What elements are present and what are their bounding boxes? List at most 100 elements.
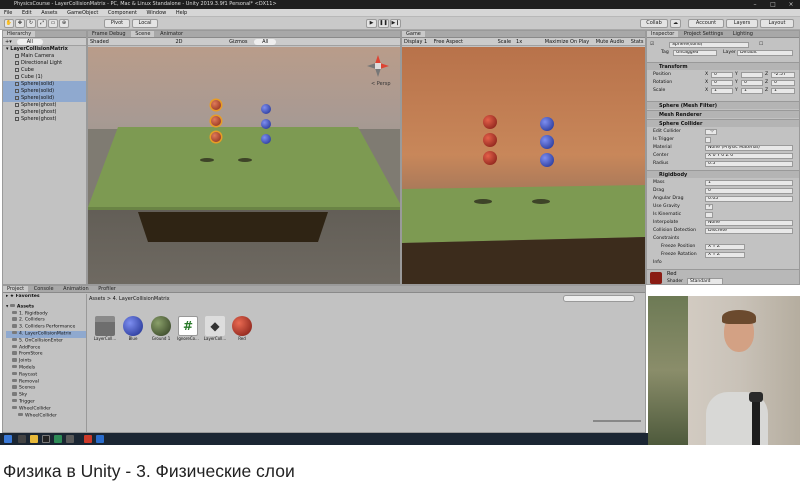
step-icon[interactable]: ▶❙ (390, 19, 401, 28)
folder-item[interactable]: Removal (6, 378, 86, 386)
hierarchy-item[interactable]: Cube (1) (3, 74, 86, 81)
angular-drag-field[interactable]: 0.05 (705, 195, 793, 202)
create-button[interactable]: +▾ (5, 39, 12, 45)
red-sphere[interactable] (211, 100, 221, 110)
rotation-x-field[interactable]: 0 (711, 79, 733, 86)
asset-item[interactable]: # IgnoreCo... (176, 316, 200, 342)
stats-toggle[interactable]: Stats (631, 39, 644, 45)
info-row[interactable]: Info (647, 259, 799, 266)
collab-dropdown[interactable]: Collab (640, 19, 668, 28)
drag-field[interactable]: 0 (705, 187, 793, 194)
hierarchy-search[interactable]: All (16, 39, 43, 45)
scale-z-field[interactable]: 1 (771, 87, 795, 94)
position-y-field[interactable] (741, 71, 763, 78)
project-search-input[interactable] (563, 295, 635, 302)
folder-item[interactable]: Trigger (6, 398, 86, 406)
scale-x-field[interactable]: 1 (711, 87, 733, 94)
rect-tool-icon[interactable]: ▭ (48, 19, 58, 28)
hierarchy-item[interactable]: Cube (3, 67, 86, 74)
mesh-filter-header[interactable]: Sphere (Mesh Filter) (647, 101, 799, 109)
scene-viewport[interactable]: < Persp (88, 47, 400, 284)
scale-tool-icon[interactable]: ⤢ (37, 19, 47, 28)
local-toggle[interactable]: Local (132, 19, 158, 28)
transform-header[interactable]: Transform (647, 62, 799, 70)
red-sphere[interactable] (483, 133, 497, 147)
aspect-dropdown[interactable]: Free Aspect (434, 39, 463, 45)
rigidbody-header[interactable]: Rigidbody (647, 170, 799, 178)
scene-search[interactable]: All (254, 39, 277, 45)
maximize-icon[interactable]: □ (764, 0, 782, 9)
folder-item[interactable]: 5. OnCollisionEnter (6, 337, 86, 345)
hierarchy-item-selected[interactable]: Sphere(solid) (3, 88, 86, 95)
hierarchy-item[interactable]: Directional Light (3, 60, 86, 67)
tab-profiler[interactable]: Profiler (94, 286, 120, 292)
radius-field[interactable]: 0.5 (705, 160, 793, 167)
file-explorer-icon[interactable] (30, 435, 38, 443)
rotation-z-field[interactable]: 0 (771, 79, 795, 86)
asset-item[interactable]: LayerColl... (93, 316, 117, 342)
maximize-on-play-toggle[interactable]: Maximize On Play (545, 39, 589, 45)
project-breadcrumb[interactable]: Assets > 4. LayerCollisionMatrix (89, 296, 170, 302)
scene-gizmo-icon[interactable] (365, 53, 391, 79)
close-icon[interactable]: × (782, 0, 800, 9)
minimize-icon[interactable]: – (746, 0, 764, 9)
blue-sphere[interactable] (261, 134, 271, 144)
tab-animator[interactable]: Animator (156, 31, 187, 37)
position-x-field[interactable]: 0 (711, 71, 733, 78)
menu-edit[interactable]: Edit (22, 10, 32, 16)
pivot-toggle[interactable]: Pivot (104, 19, 130, 28)
menu-component[interactable]: Component (108, 10, 137, 16)
tab-lighting[interactable]: Lighting (729, 31, 757, 37)
blue-sphere[interactable] (540, 117, 554, 131)
edit-collider-button[interactable]: ⊹ (705, 128, 717, 135)
hierarchy-item-selected[interactable]: Sphere(solid) (3, 81, 86, 88)
folder-item[interactable]: Sky (6, 392, 86, 399)
hierarchy-item[interactable]: Sphere(ghost) (3, 109, 86, 116)
object-name-field[interactable]: Sphere(solid) (669, 41, 749, 48)
blue-sphere[interactable] (540, 153, 554, 167)
asset-item[interactable]: Blue (121, 316, 145, 342)
persp-label[interactable]: < Persp (371, 81, 391, 87)
asset-item[interactable]: Ground 1 (149, 316, 173, 342)
freeze-rotation-checkboxes[interactable]: X Y Z (705, 251, 745, 258)
use-gravity-checkbox[interactable]: ✓ (705, 203, 713, 210)
tab-inspector[interactable]: Inspector (647, 31, 679, 37)
icon-size-slider[interactable] (593, 420, 641, 422)
mesh-renderer-header[interactable]: Mesh Renderer (647, 110, 799, 118)
material-field[interactable]: None (Physic Material) (705, 144, 793, 151)
tab-project[interactable]: Project (3, 286, 29, 292)
hand-tool-icon[interactable]: ✋ (4, 19, 14, 28)
folder-item[interactable]: Joints (6, 358, 86, 365)
scale-y-field[interactable]: 1 (741, 87, 763, 94)
mute-audio-toggle[interactable]: Mute Audio (596, 39, 624, 45)
collision-detection-dropdown[interactable]: Discrete (705, 227, 793, 234)
is-kinematic-checkbox[interactable] (705, 211, 713, 218)
static-checkbox[interactable]: ☐ (759, 41, 763, 48)
menu-file[interactable]: File (4, 10, 12, 16)
position-z-field[interactable]: -2.57 (771, 71, 795, 78)
shading-mode-dropdown[interactable]: Shaded (90, 39, 109, 45)
rotation-y-field[interactable]: 0 (741, 79, 763, 86)
mass-field[interactable]: 1 (705, 179, 793, 186)
is-trigger-checkbox[interactable] (705, 136, 711, 143)
tab-game[interactable]: Game (402, 31, 425, 37)
play-icon[interactable]: ▶ (366, 19, 377, 28)
hierarchy-item[interactable]: Main Camera (3, 53, 86, 60)
app-taskbar-icon[interactable] (96, 435, 104, 443)
app-taskbar-icon[interactable] (54, 435, 62, 443)
layers-dropdown[interactable]: Layers (726, 19, 758, 28)
sphere-collider-header[interactable]: Sphere Collider (647, 119, 799, 127)
blue-sphere[interactable] (540, 135, 554, 149)
transform-tool-icon[interactable]: ⊕ (59, 19, 69, 28)
app-taskbar-icon[interactable] (84, 435, 92, 443)
constraints-row[interactable]: Constraints (647, 235, 799, 242)
tab-project-settings[interactable]: Project Settings (680, 31, 727, 37)
folder-item[interactable]: WheelCollider (6, 405, 86, 413)
move-tool-icon[interactable]: ✥ (15, 19, 25, 28)
layout-dropdown[interactable]: Layout (760, 19, 794, 28)
folder-item[interactable]: Scenes (6, 385, 86, 392)
hierarchy-item-selected[interactable]: Sphere(solid) (3, 95, 86, 102)
gizmos-dropdown[interactable]: Gizmos (229, 39, 247, 45)
asset-item[interactable]: ◆ LayerColl... (203, 316, 227, 342)
menu-gameobject[interactable]: GameObject (67, 10, 98, 16)
